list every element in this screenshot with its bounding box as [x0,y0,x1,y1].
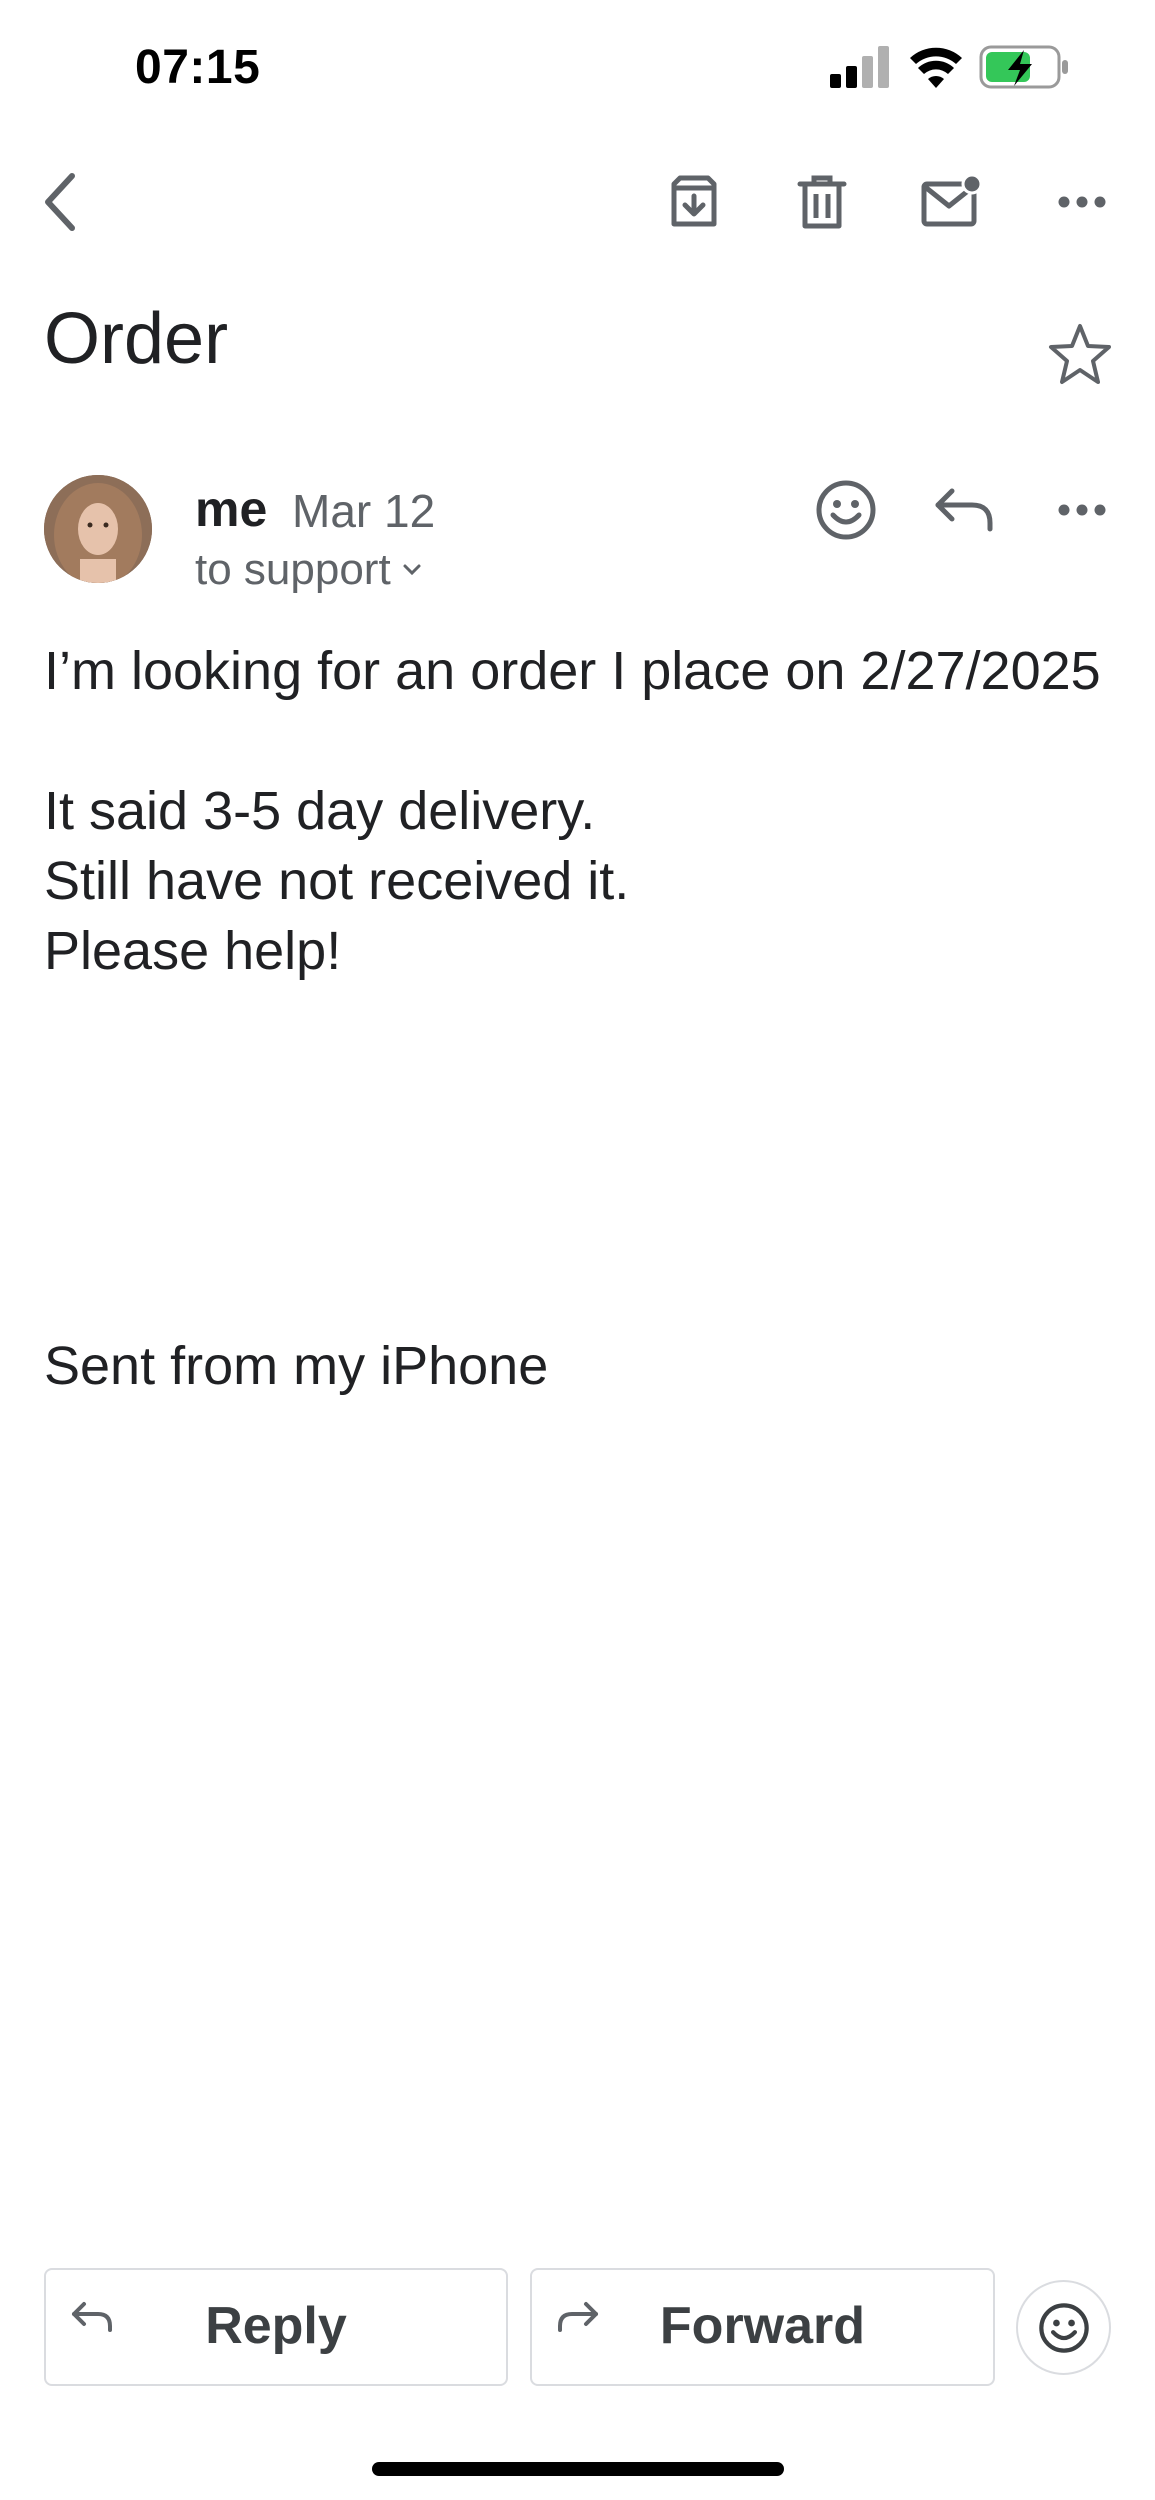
email-signature: Sent from my iPhone [44,1336,549,1396]
status-time: 07:15 [135,41,261,94]
body-line: I’m looking for an order I place on 2/27… [44,641,1101,701]
status-icons [830,42,1075,92]
battery-charging-icon [979,45,1068,89]
emoji-react-icon[interactable] [810,474,882,546]
delete-icon[interactable] [786,166,858,238]
emoji-reaction-button[interactable] [1016,2280,1111,2375]
email-subject: Order [44,299,229,379]
home-indicator[interactable] [372,2462,784,2476]
email-date: Mar 12 [292,485,436,537]
reply-icon[interactable] [928,474,1000,546]
sender-name: me [195,481,268,537]
chevron-down-icon [403,564,421,576]
archive-icon[interactable] [658,166,730,238]
wifi-icon [910,47,962,88]
forward-label: Forward [659,2297,866,2355]
mark-unread-icon[interactable] [916,166,988,238]
reply-label: Reply [205,2297,347,2355]
emoji-icon [1038,2302,1089,2353]
body-line: Still have not received it. [44,851,630,911]
email-screen: 07:15 Order me Mar 12 to support I’m loo… [0,0,1155,2500]
cellular-signal-icon [830,46,889,88]
star-icon[interactable] [1046,320,1114,388]
avatar[interactable] [44,475,152,583]
recipient-label: to support [195,545,391,594]
reply-button[interactable]: Reply [44,2268,508,2386]
recipient-details[interactable]: to support [195,545,423,595]
forward-button[interactable]: Forward [530,2268,995,2386]
more-icon[interactable] [1046,166,1118,238]
back-icon[interactable] [24,166,96,238]
body-line: It said 3-5 day delivery. [44,781,596,841]
email-body: I’m looking for an order I place on 2/27… [44,636,1104,986]
message-more-icon[interactable] [1046,474,1118,546]
body-line: Please help! [44,921,342,981]
